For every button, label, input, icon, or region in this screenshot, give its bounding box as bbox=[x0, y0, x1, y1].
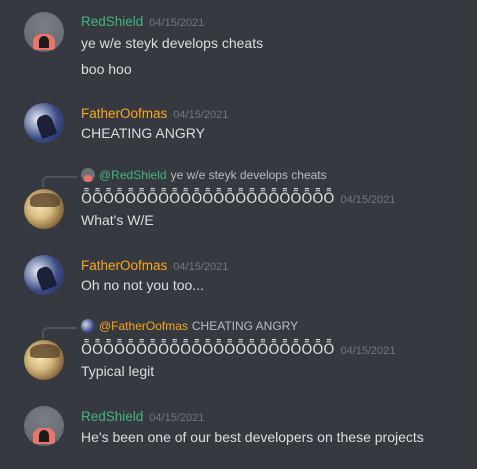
reply-preview[interactable]: @RedShield ye w/e steyk develops cheats bbox=[81, 167, 327, 183]
reply-connector bbox=[42, 327, 77, 338]
reply-text[interactable]: ye w/e steyk develops cheats bbox=[171, 168, 327, 182]
message-header: ȬȬȬȬȬȬȬȬȬȬȬȬȬȬȬȬȬȬȬȬȬȬȬ 04/15/2021 bbox=[81, 189, 396, 209]
message-text: Typical legit bbox=[81, 363, 155, 379]
reply-text[interactable]: CHEATING ANGRY bbox=[192, 319, 298, 333]
message-text: ye w/e steyk develops cheats bbox=[81, 35, 264, 51]
timestamp: 04/15/2021 bbox=[149, 17, 205, 29]
avatar[interactable] bbox=[24, 406, 64, 446]
reply-author[interactable]: @FatherOofmas bbox=[99, 319, 188, 333]
avatar[interactable] bbox=[24, 340, 64, 380]
message-header: FatherOofmas 04/15/2021 bbox=[81, 103, 228, 121]
reply-avatar bbox=[81, 319, 95, 333]
username[interactable]: RedShield bbox=[81, 409, 143, 424]
timestamp: 04/15/2021 bbox=[340, 345, 396, 357]
message-text: CHEATING ANGRY bbox=[81, 125, 205, 141]
message-header: ȬȬȬȬȬȬȬȬȬȬȬȬȬȬȬȬȬȬȬȬȬȬȬ 04/15/2021 bbox=[81, 340, 396, 360]
message-text: Oh no not you too... bbox=[81, 277, 204, 293]
username[interactable]: FatherOofmas bbox=[81, 106, 167, 121]
message-header: RedShield 04/15/2021 bbox=[81, 406, 204, 424]
avatar[interactable] bbox=[24, 12, 64, 52]
reply-avatar bbox=[81, 168, 95, 182]
timestamp: 04/15/2021 bbox=[173, 261, 229, 273]
chat-messages: RedShield 04/15/2021 ye w/e steyk develop… bbox=[0, 0, 477, 469]
username[interactable]: FatherOofmas bbox=[81, 258, 167, 273]
timestamp: 04/15/2021 bbox=[340, 194, 396, 206]
message-text: boo hoo bbox=[81, 61, 132, 77]
reply-author[interactable]: @RedShield bbox=[99, 168, 167, 182]
timestamp: 04/15/2021 bbox=[173, 109, 229, 121]
message-header: RedShield 04/15/2021 bbox=[81, 11, 204, 29]
message-text: He's been one of our best developers on … bbox=[81, 429, 424, 445]
avatar[interactable] bbox=[24, 255, 64, 295]
username[interactable]: RedShield bbox=[81, 14, 143, 29]
reply-connector bbox=[42, 176, 77, 187]
username-glyphs[interactable]: ȬȬȬȬȬȬȬȬȬȬȬȬȬȬȬȬȬȬȬȬȬȬȬ bbox=[81, 342, 334, 358]
username-glyphs[interactable]: ȬȬȬȬȬȬȬȬȬȬȬȬȬȬȬȬȬȬȬȬȬȬȬ bbox=[81, 191, 334, 207]
message-header: FatherOofmas 04/15/2021 bbox=[81, 255, 228, 273]
reply-preview[interactable]: @FatherOofmas CHEATING ANGRY bbox=[81, 318, 298, 334]
message-text: What's W/E bbox=[81, 212, 154, 228]
avatar[interactable] bbox=[24, 189, 64, 229]
avatar[interactable] bbox=[24, 103, 64, 143]
timestamp: 04/15/2021 bbox=[149, 412, 205, 424]
